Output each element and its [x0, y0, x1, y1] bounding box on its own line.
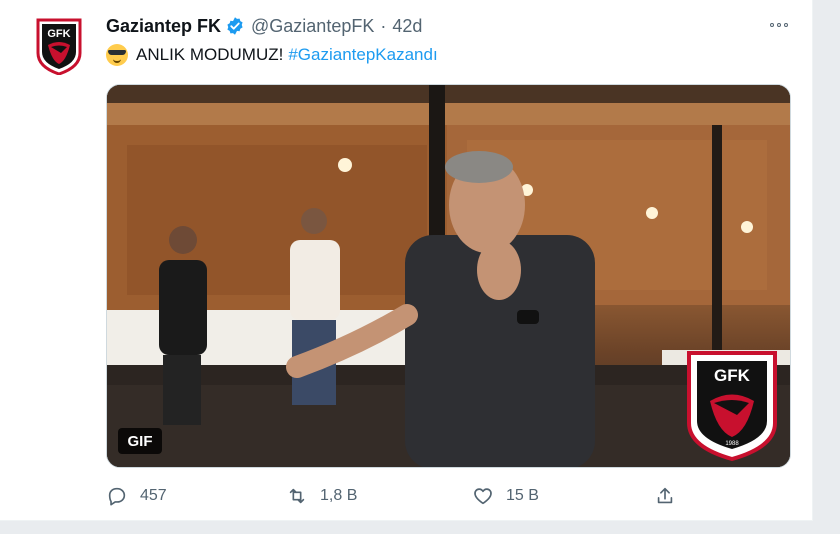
reply-count: 457: [140, 487, 167, 504]
more-dot-icon: [770, 23, 774, 27]
retweet-count: 1,8 B: [320, 487, 358, 504]
gif-media[interactable]: GFK 1988: [106, 84, 791, 468]
sunglasses-emoji-icon: [106, 44, 128, 66]
display-name[interactable]: Gaziantep FK: [106, 16, 221, 37]
logo-text: GFK: [47, 28, 70, 40]
watermark-logo-text: GFK: [714, 366, 751, 385]
user-handle[interactable]: @GaziantepFK: [251, 16, 374, 37]
gif-frame-image: GFK 1988: [107, 85, 790, 467]
heart-icon: [474, 488, 492, 505]
gfk-logo-icon: GFK: [36, 18, 82, 76]
hashtag-link[interactable]: #GaziantepKazandı: [288, 45, 437, 65]
share-icon: [657, 487, 673, 504]
tweet-timestamp[interactable]: 42d: [392, 16, 422, 37]
like-count: 15 B: [506, 487, 539, 504]
tweet-actions: 457 1,8 B 15 B: [106, 482, 686, 510]
retweet-icon: [289, 488, 305, 504]
more-dot-icon: [777, 23, 781, 27]
reply-icon: [108, 487, 126, 506]
tweet-text: ANLIK MODUMUZ! #GaziantepKazandı: [106, 44, 438, 66]
share-button[interactable]: [654, 482, 688, 510]
like-button[interactable]: 15 B: [472, 482, 539, 510]
separator-dot: ·: [380, 15, 387, 36]
gif-badge: GIF: [118, 428, 162, 454]
retweet-button[interactable]: 1,8 B: [286, 482, 357, 510]
tweet-card[interactable]: GFK Gaziantep FK @GaziantepFK · 42d ANLI…: [0, 0, 813, 521]
reply-button[interactable]: 457: [106, 482, 167, 510]
more-options-button[interactable]: [765, 14, 793, 36]
avatar[interactable]: GFK: [34, 17, 84, 76]
tweet-header: Gaziantep FK @GaziantepFK · 42d: [106, 14, 422, 38]
tweet-body: ANLIK MODUMUZ!: [136, 45, 284, 64]
verified-badge-icon: [227, 17, 243, 35]
more-dot-icon: [784, 23, 788, 27]
watermark-logo-year: 1988: [725, 441, 739, 447]
